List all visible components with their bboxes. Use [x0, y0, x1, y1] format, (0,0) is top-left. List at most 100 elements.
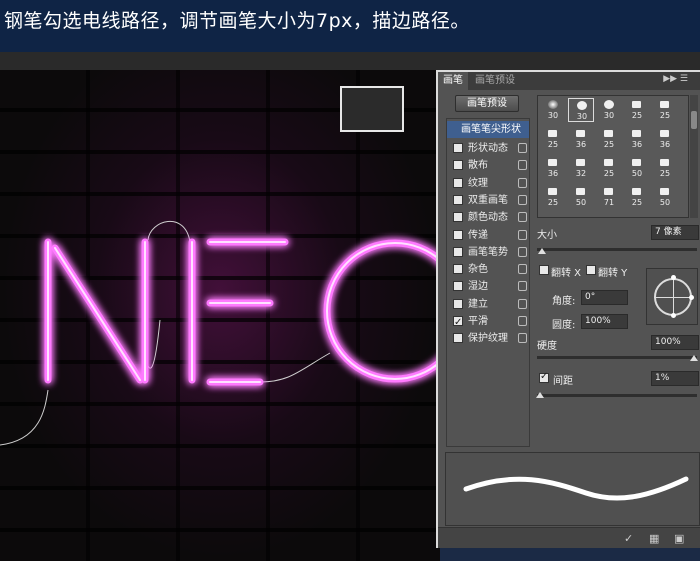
brush-tip[interactable]: 36: [652, 127, 678, 151]
lock-icon[interactable]: [518, 298, 527, 309]
list-item-checkbox[interactable]: [453, 229, 463, 240]
list-item-checkbox[interactable]: [453, 194, 463, 205]
angle-roundness-widget[interactable]: [646, 268, 698, 325]
angle-handle-top[interactable]: [671, 275, 676, 280]
list-item-checkbox[interactable]: [453, 298, 463, 309]
list-item[interactable]: 传递: [447, 227, 529, 244]
list-item-checkbox[interactable]: [453, 246, 463, 257]
neon-O: [323, 239, 440, 383]
brush-tip[interactable]: 36: [624, 127, 650, 151]
list-item-checkbox[interactable]: [453, 143, 463, 153]
roundness-field[interactable]: 100%: [581, 314, 628, 329]
lock-icon[interactable]: [518, 143, 527, 153]
document-canvas[interactable]: [0, 70, 440, 561]
flip-x-checkbox[interactable]: [539, 265, 549, 275]
brush-tip-shape: [576, 188, 585, 195]
lock-icon[interactable]: [518, 160, 527, 171]
lock-icon[interactable]: [518, 246, 527, 257]
list-item[interactable]: 颜色动态: [447, 209, 529, 226]
lock-icon[interactable]: [518, 333, 527, 344]
angle-handle-right[interactable]: [689, 295, 694, 300]
grid-icon[interactable]: ▦: [649, 532, 659, 545]
panel-tabs: 画笔 画笔预设 ▶▶ ☰: [438, 72, 700, 90]
brush-tip[interactable]: 32: [568, 156, 594, 180]
list-item-checkbox[interactable]: [453, 160, 463, 171]
hardness-field[interactable]: 100%: [651, 335, 699, 350]
brush-tip[interactable]: 25: [624, 185, 650, 209]
list-item-checkbox[interactable]: [453, 333, 463, 344]
brush-tip[interactable]: 36: [540, 156, 566, 180]
list-item[interactable]: 双重画笔: [447, 192, 529, 209]
tip-grid-scrollbar[interactable]: [690, 95, 698, 218]
brush-presets-button[interactable]: 画笔预设: [455, 95, 519, 112]
size-slider-track[interactable]: [537, 248, 697, 251]
hardness-slider-track[interactable]: [537, 356, 697, 359]
brush-tip[interactable]: 25: [596, 156, 622, 180]
list-item-checkbox[interactable]: [453, 264, 463, 275]
angle-field[interactable]: 0°: [581, 290, 628, 305]
lock-icon[interactable]: [518, 264, 527, 275]
brush-tip[interactable]: 25: [652, 98, 678, 122]
lock-icon[interactable]: [518, 316, 527, 326]
tab-brush[interactable]: 画笔: [438, 72, 468, 90]
list-item[interactable]: 湿边: [447, 278, 529, 295]
list-item[interactable]: 形状动态: [447, 140, 529, 157]
neon-artwork: [0, 221, 440, 446]
spacing-field[interactable]: 1%: [651, 371, 699, 386]
brush-tip[interactable]: 30: [540, 98, 566, 122]
toggle-brush-preview-icon[interactable]: ✓: [624, 532, 633, 545]
brush-tip-grid[interactable]: 30 30 30 25 25 25 36 25 36 36 36 32 25 50 25 25 50 71 25 50: [537, 95, 689, 218]
brush-tip[interactable]: 30: [568, 98, 594, 122]
brush-tip[interactable]: 30: [596, 98, 622, 122]
list-item-checkbox[interactable]: [453, 177, 463, 188]
list-item[interactable]: 保护纹理: [447, 330, 529, 347]
lock-icon[interactable]: [518, 229, 527, 240]
spacing-slider-track[interactable]: [537, 394, 697, 397]
brush-tip[interactable]: 25: [540, 185, 566, 209]
list-item-label: 传递: [468, 229, 488, 241]
brush-tip-size: 30: [576, 112, 588, 121]
list-item-checkbox[interactable]: [453, 212, 463, 223]
size-field[interactable]: 7 像素: [651, 225, 699, 240]
list-item-label: 画笔笔势: [468, 246, 508, 258]
new-preset-icon[interactable]: ▣: [674, 532, 684, 545]
lock-icon[interactable]: [518, 212, 527, 223]
list-item[interactable]: 平滑: [447, 313, 529, 331]
spacing-checkbox[interactable]: [539, 371, 549, 383]
brush-tip[interactable]: 71: [596, 185, 622, 209]
brush-tip-shape: [660, 101, 669, 108]
brush-tip[interactable]: 25: [624, 98, 650, 122]
panel-menu-icon[interactable]: ▶▶ ☰: [663, 74, 688, 84]
list-item[interactable]: 画笔笔势: [447, 244, 529, 261]
brush-tip[interactable]: 25: [652, 156, 678, 180]
list-item-checkbox[interactable]: [453, 314, 463, 331]
spacing-slider-thumb[interactable]: [536, 392, 544, 398]
list-item-label: 湿边: [468, 281, 488, 293]
brush-tip[interactable]: 50: [652, 185, 678, 209]
list-item-brush-tip-shape[interactable]: 画笔笔尖形状: [447, 121, 529, 138]
brush-tip[interactable]: 50: [568, 185, 594, 209]
lock-icon[interactable]: [518, 281, 527, 292]
brush-tip[interactable]: 50: [624, 156, 650, 180]
angle-handle-bottom[interactable]: [671, 313, 676, 318]
hardness-slider-thumb[interactable]: [690, 355, 698, 361]
color-swatch[interactable]: [340, 86, 404, 132]
list-item[interactable]: 纹理: [447, 175, 529, 192]
lock-icon[interactable]: [518, 177, 527, 188]
lock-icon[interactable]: [518, 194, 527, 205]
size-slider-thumb[interactable]: [538, 248, 546, 254]
brush-tip[interactable]: 25: [540, 127, 566, 151]
tab-brush-presets[interactable]: 画笔预设: [470, 72, 520, 90]
brush-tip-shape: [576, 159, 585, 166]
angle-vline: [673, 278, 674, 316]
list-item[interactable]: 杂色: [447, 261, 529, 278]
list-item[interactable]: 建立: [447, 296, 529, 313]
hardness-label: 硬度: [537, 341, 557, 352]
brush-tip-shape: [577, 101, 587, 110]
list-item-checkbox[interactable]: [453, 281, 463, 292]
brush-tip[interactable]: 25: [596, 127, 622, 151]
scroll-thumb[interactable]: [691, 111, 697, 129]
brush-tip[interactable]: 36: [568, 127, 594, 151]
list-item[interactable]: 散布: [447, 157, 529, 174]
flip-y-checkbox[interactable]: [586, 265, 596, 275]
